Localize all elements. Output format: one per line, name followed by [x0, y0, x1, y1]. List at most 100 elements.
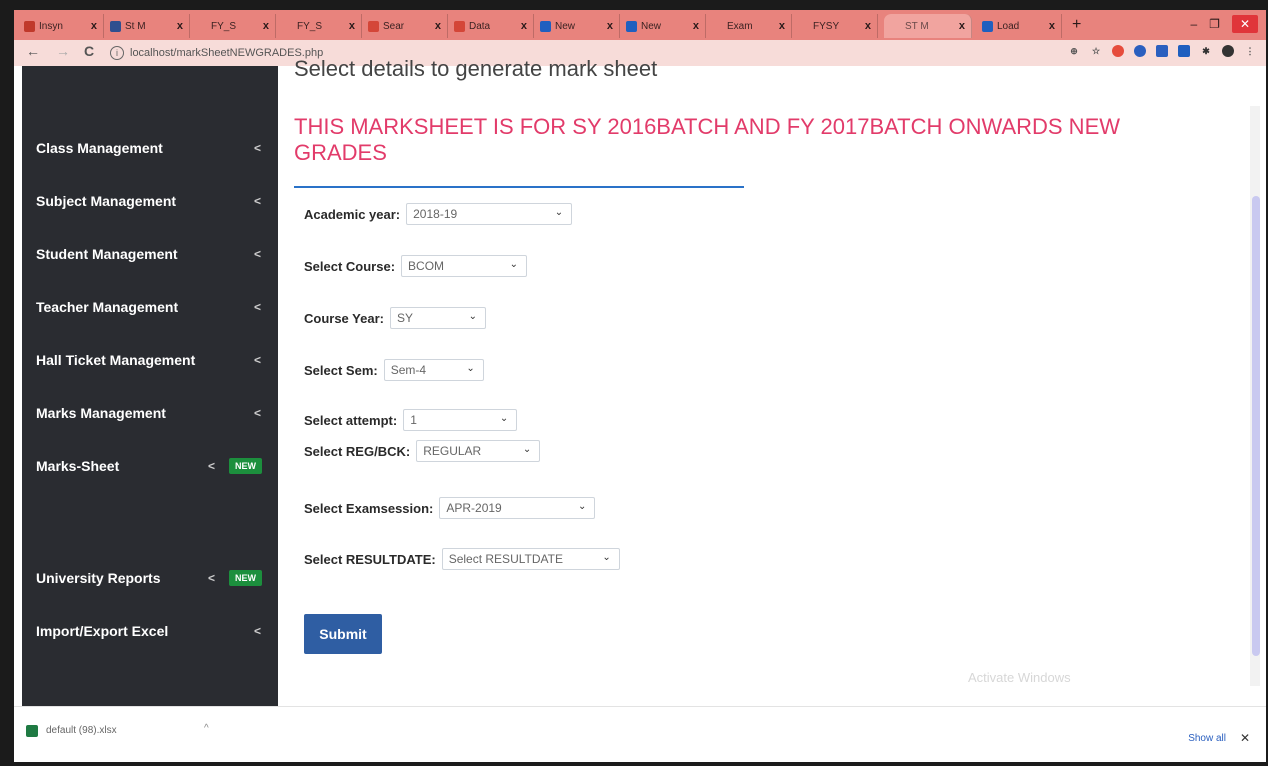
course-select[interactable]: BCOM ⌄ — [401, 255, 528, 277]
sidebar-item-class-management[interactable]: Class Management < — [22, 130, 278, 166]
tab-6[interactable]: New x — [534, 14, 620, 38]
puzzle-extensions-icon[interactable]: ✱ — [1200, 45, 1212, 57]
download-file-name[interactable]: default (98).xlsx — [46, 725, 117, 736]
tab-close-icon[interactable]: x — [693, 20, 699, 32]
extension-icon[interactable] — [1178, 45, 1190, 57]
chevron-left-icon: < — [254, 353, 262, 367]
download-bar-close-icon[interactable]: ✕ — [1240, 731, 1250, 745]
academic-year-select[interactable]: 2018-19 ⌄ — [406, 203, 573, 225]
tab-close-icon[interactable]: x — [959, 20, 965, 32]
reg-bck-select[interactable]: REGULAR ⌄ — [416, 440, 541, 462]
tab-close-icon[interactable]: x — [1049, 20, 1055, 32]
course-value: BCOM — [408, 259, 445, 273]
sidebar-item-subject-management[interactable]: Subject Management < — [22, 183, 278, 219]
tab-8[interactable]: Exam x — [706, 14, 792, 38]
tab-close-icon[interactable]: x — [521, 20, 527, 32]
tab-label: Data — [469, 20, 491, 32]
examsession-row: Select Examsession: APR-2019 ⌄ — [304, 497, 596, 519]
chevron-left-icon: < — [254, 141, 262, 155]
resultdate-select[interactable]: Select RESULTDATE ⌄ — [441, 548, 620, 570]
tab-favicon-icon — [982, 20, 993, 32]
new-tab-button[interactable]: + — [1072, 16, 1081, 34]
tab-close-icon[interactable]: x — [865, 20, 871, 32]
new-badge: NEW — [229, 458, 262, 474]
submit-button[interactable]: Submit — [304, 614, 382, 654]
minimize-icon[interactable]: – — [1190, 17, 1197, 31]
browser-window: Insyn x St M x FY_S x FY_S x Sear x Data… — [14, 10, 1266, 762]
tab-favicon-icon — [196, 20, 207, 32]
course-row: Select Course: BCOM ⌄ — [304, 255, 528, 277]
sidebar-item-label: Marks Management — [36, 405, 166, 421]
zoom-icon[interactable]: ⊕ — [1068, 45, 1080, 57]
sidebar-item-teacher-management[interactable]: Teacher Management < — [22, 289, 278, 325]
tab-close-icon[interactable]: x — [607, 20, 613, 32]
extension-icon[interactable] — [1134, 45, 1146, 57]
chevron-left-icon: < — [254, 247, 262, 261]
reg-bck-row: Select REG/BCK: REGULAR ⌄ — [304, 440, 541, 462]
attempt-select[interactable]: 1 ⌄ — [403, 409, 518, 431]
sidebar-item-label: Teacher Management — [36, 299, 179, 315]
chevron-down-icon: ⌄ — [499, 413, 509, 424]
back-icon[interactable]: ← — [26, 43, 40, 59]
extension-icon[interactable] — [1156, 45, 1168, 57]
tab-4[interactable]: Sear x — [362, 14, 448, 38]
academic-year-value: 2018-19 — [413, 207, 458, 221]
sem-select[interactable]: Sem-4 ⌄ — [383, 359, 484, 381]
sidebar-item-import-export-excel[interactable]: Import/Export Excel < — [22, 613, 278, 649]
tab-close-icon[interactable]: x — [779, 20, 785, 32]
attempt-row: Select attempt: 1 ⌄ — [304, 409, 518, 431]
tab-3[interactable]: FY_S x — [276, 14, 362, 38]
scrollbar-thumb[interactable] — [1252, 196, 1260, 656]
window-close-icon[interactable]: ✕ — [1231, 15, 1258, 33]
sidebar-item-student-management[interactable]: Student Management < — [22, 236, 278, 272]
tab-label: Exam — [727, 20, 753, 32]
chevron-up-icon[interactable]: ^ — [204, 723, 209, 734]
tab-label: Load — [997, 20, 1020, 32]
tab-0[interactable]: Insyn x — [18, 14, 104, 38]
sidebar-item-marks-sheet[interactable]: Marks-Sheet < NEW — [22, 448, 278, 484]
extension-icon[interactable] — [1112, 45, 1124, 57]
tab-close-icon[interactable]: x — [435, 20, 441, 32]
sidebar-item-label: Student Management — [36, 246, 178, 262]
tab-close-icon[interactable]: x — [349, 20, 355, 32]
sidebar-item-label: University Reports — [36, 570, 161, 586]
chevron-left-icon: < — [254, 194, 262, 208]
tab-1[interactable]: St M x — [104, 14, 190, 38]
tab-2[interactable]: FY_S x — [190, 14, 276, 38]
course-year-select[interactable]: SY ⌄ — [389, 307, 486, 329]
tab-label: Insyn — [39, 20, 63, 32]
show-all-link[interactable]: Show all — [1188, 733, 1226, 744]
sidebar-item-label: Class Management — [36, 140, 163, 156]
tab-favicon-icon — [282, 20, 293, 32]
tab-7[interactable]: New x — [620, 14, 706, 38]
tab-5[interactable]: Data x — [448, 14, 534, 38]
tab-close-icon[interactable]: x — [263, 20, 269, 32]
sidebar-item-hall-ticket-management[interactable]: Hall Ticket Management < — [22, 342, 278, 378]
tab-label: FY_S — [297, 20, 323, 32]
site-info-icon[interactable]: i — [110, 46, 124, 60]
examsession-label: Select Examsession: — [304, 500, 434, 516]
forward-icon[interactable]: → — [56, 43, 70, 59]
examsession-select[interactable]: APR-2019 ⌄ — [439, 497, 596, 519]
sem-row: Select Sem: Sem-4 ⌄ — [304, 359, 484, 381]
scrollbar[interactable] — [1250, 106, 1260, 686]
restore-icon[interactable]: ❐ — [1209, 17, 1220, 31]
profile-icon[interactable] — [1222, 45, 1234, 57]
tab-11[interactable]: Load x — [976, 14, 1062, 38]
tab-close-icon[interactable]: x — [91, 20, 97, 32]
tab-close-icon[interactable]: x — [177, 20, 183, 32]
sidebar-item-university-reports[interactable]: University Reports < NEW — [22, 560, 278, 596]
chevron-down-icon: ⌄ — [554, 207, 564, 218]
menu-dots-icon[interactable]: ⋮ — [1244, 45, 1256, 57]
tab-9[interactable]: FYSY x — [792, 14, 878, 38]
reload-icon[interactable]: C — [84, 43, 94, 59]
tab-10-active[interactable]: ST M x — [884, 14, 972, 38]
chevron-down-icon: ⌄ — [577, 501, 587, 512]
course-year-value: SY — [396, 311, 413, 325]
bookmark-star-icon[interactable]: ☆ — [1090, 45, 1102, 57]
sidebar-item-label: Import/Export Excel — [36, 623, 169, 639]
sidebar-item-marks-management[interactable]: Marks Management < — [22, 395, 278, 431]
tab-favicon-icon — [798, 20, 809, 32]
chevron-down-icon: ⌄ — [522, 444, 532, 455]
tab-favicon-icon — [626, 20, 637, 32]
